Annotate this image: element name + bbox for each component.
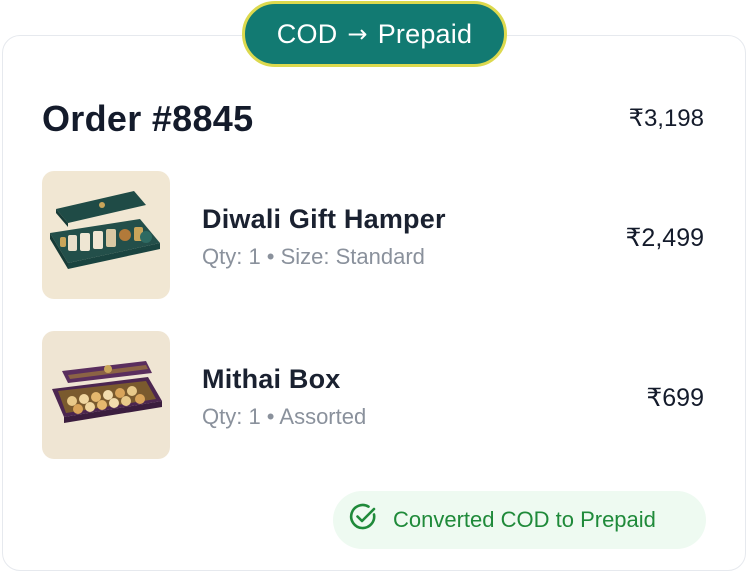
item-meta: Qty: 1 • Assorted — [202, 404, 367, 429]
order-total: ₹3,198 — [628, 105, 704, 132]
item-meta: Qty: 1 • Size: Standard — [202, 244, 425, 269]
conversion-status-label: Converted COD to Prepaid — [393, 507, 656, 532]
order-item: Diwali Gift Hamper Qty: 1 • Size: Standa… — [42, 171, 704, 301]
item-price: ₹2,499 — [625, 224, 704, 252]
order-conversion-screen: COD → Prepaid Order #8845 ₹3,198 Diwali … — [0, 0, 748, 575]
order-title: Order #8845 — [42, 98, 254, 139]
check-circle-icon — [347, 501, 379, 539]
order-item: Mithai Box Qty: 1 • Assorted ₹699 — [42, 331, 704, 461]
payment-conversion-badge: COD → Prepaid — [242, 1, 507, 67]
badge-to-label: Prepaid — [377, 18, 473, 49]
item-name: Diwali Gift Hamper — [202, 204, 446, 234]
arrow-right-icon: → — [347, 20, 368, 48]
mithai-box-image — [42, 331, 170, 459]
conversion-status-badge: Converted COD to Prepaid — [333, 491, 706, 549]
item-name: Mithai Box — [202, 364, 341, 394]
badge-from-label: COD — [276, 18, 338, 49]
gift-hamper-image — [42, 171, 170, 299]
item-price: ₹699 — [646, 384, 704, 412]
